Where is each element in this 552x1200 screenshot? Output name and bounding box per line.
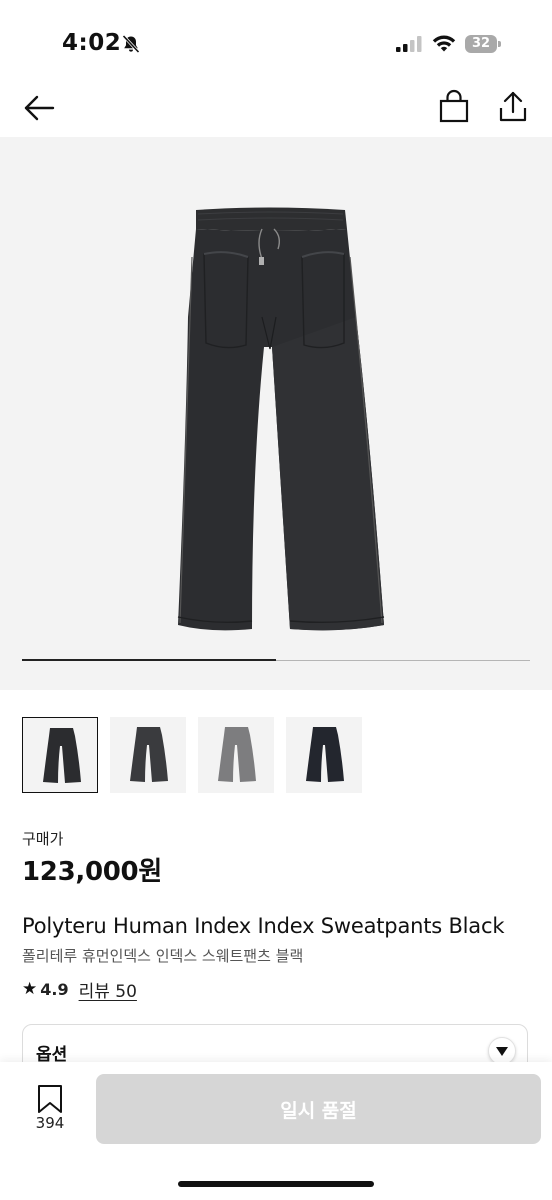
thumbnail-3[interactable]	[198, 717, 274, 793]
back-button[interactable]	[20, 88, 60, 128]
rating-value: 4.9	[40, 979, 69, 999]
bookmark-count: 394	[35, 1114, 65, 1132]
reviews-link[interactable]: 리뷰 50	[79, 977, 137, 1002]
cellular-signal-icon	[396, 36, 422, 52]
sold-out-button[interactable]: 일시 품절	[96, 1074, 541, 1144]
navy-sweatpants-thumb	[306, 727, 344, 782]
bell-slash-icon	[122, 34, 140, 54]
home-indicator[interactable]	[178, 1181, 374, 1187]
product-subtitle: 폴리테루 휴먼인덱스 인덱스 스웨트팬츠 블랙	[22, 947, 304, 965]
product-image-carousel[interactable]	[0, 137, 552, 690]
cart-button[interactable]	[434, 88, 474, 128]
wifi-icon	[432, 35, 456, 52]
charcoal-sweatpants-thumb	[130, 727, 168, 782]
arrow-left-icon	[24, 95, 55, 121]
battery-indicator: 32	[465, 35, 501, 53]
thumbnail-1[interactable]	[22, 717, 98, 793]
options-expand-button[interactable]	[488, 1037, 516, 1065]
black-sweatpants-thumb	[43, 728, 81, 783]
price-label: 구매가	[22, 830, 64, 848]
caret-down-icon	[496, 1047, 508, 1056]
gallery-progress-fill	[22, 659, 276, 661]
product-image	[177, 207, 385, 631]
star-icon: ★	[22, 979, 38, 999]
battery-level: 32	[471, 36, 491, 51]
thumbnail-2[interactable]	[110, 717, 186, 793]
product-title: Polyteru Human Index Index Sweatpants Bl…	[22, 914, 505, 938]
thumbnail-4[interactable]	[286, 717, 362, 793]
share-button[interactable]	[492, 86, 534, 128]
grey-sweatpants-thumb	[218, 727, 256, 782]
share-icon	[499, 91, 527, 122]
shopping-bag-icon	[439, 89, 469, 123]
status-time: 4:02	[62, 30, 122, 56]
price-value: 123,000원	[22, 857, 162, 887]
bookmark-icon[interactable]	[36, 1084, 64, 1114]
rating-row: ★ 4.9 리뷰 50	[22, 977, 137, 1002]
